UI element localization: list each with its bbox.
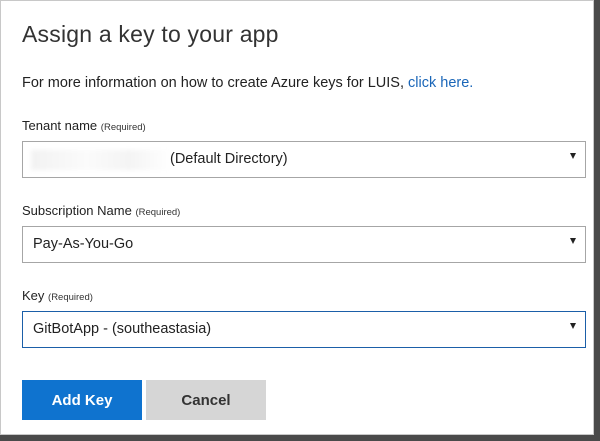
window-edge-bottom bbox=[0, 435, 600, 441]
info-text-body: For more information on how to create Az… bbox=[22, 75, 409, 91]
tenant-name-label-text: Tenant name bbox=[22, 118, 98, 133]
subscription-name-select[interactable]: Pay-As-You-Go bbox=[22, 226, 586, 263]
redacted-tenant-area bbox=[31, 150, 171, 170]
caret-down-icon bbox=[570, 153, 576, 159]
tenant-name-value: (Default Directory) bbox=[170, 151, 288, 167]
key-required: (Required) bbox=[48, 292, 93, 303]
subscription-name-label-text: Subscription Name bbox=[22, 203, 132, 218]
tenant-name-select[interactable]: (Default Directory) bbox=[22, 141, 586, 178]
add-key-button[interactable]: Add Key bbox=[22, 380, 142, 420]
tenant-name-label: Tenant name (Required) bbox=[22, 118, 146, 133]
window-edge-right bbox=[594, 0, 600, 441]
assign-key-dialog: Assign a key to your app For more inform… bbox=[0, 0, 594, 435]
click-here-link[interactable]: click here. bbox=[408, 75, 473, 91]
key-value: GitBotApp - (southeastasia) bbox=[33, 321, 212, 337]
subscription-name-value: Pay-As-You-Go bbox=[33, 236, 134, 252]
cancel-button[interactable]: Cancel bbox=[146, 380, 266, 420]
caret-down-icon bbox=[570, 323, 576, 329]
caret-down-icon bbox=[570, 238, 576, 244]
dialog-title: Assign a key to your app bbox=[22, 21, 279, 47]
tenant-name-required: (Required) bbox=[100, 122, 146, 133]
key-label-text: Key bbox=[22, 288, 45, 303]
subscription-name-required: (Required) bbox=[135, 207, 181, 218]
info-text: For more information on how to create Az… bbox=[22, 75, 473, 91]
key-select[interactable]: GitBotApp - (southeastasia) bbox=[22, 311, 586, 348]
key-label: Key (Required) bbox=[22, 288, 93, 303]
subscription-name-label: Subscription Name (Required) bbox=[22, 203, 180, 218]
